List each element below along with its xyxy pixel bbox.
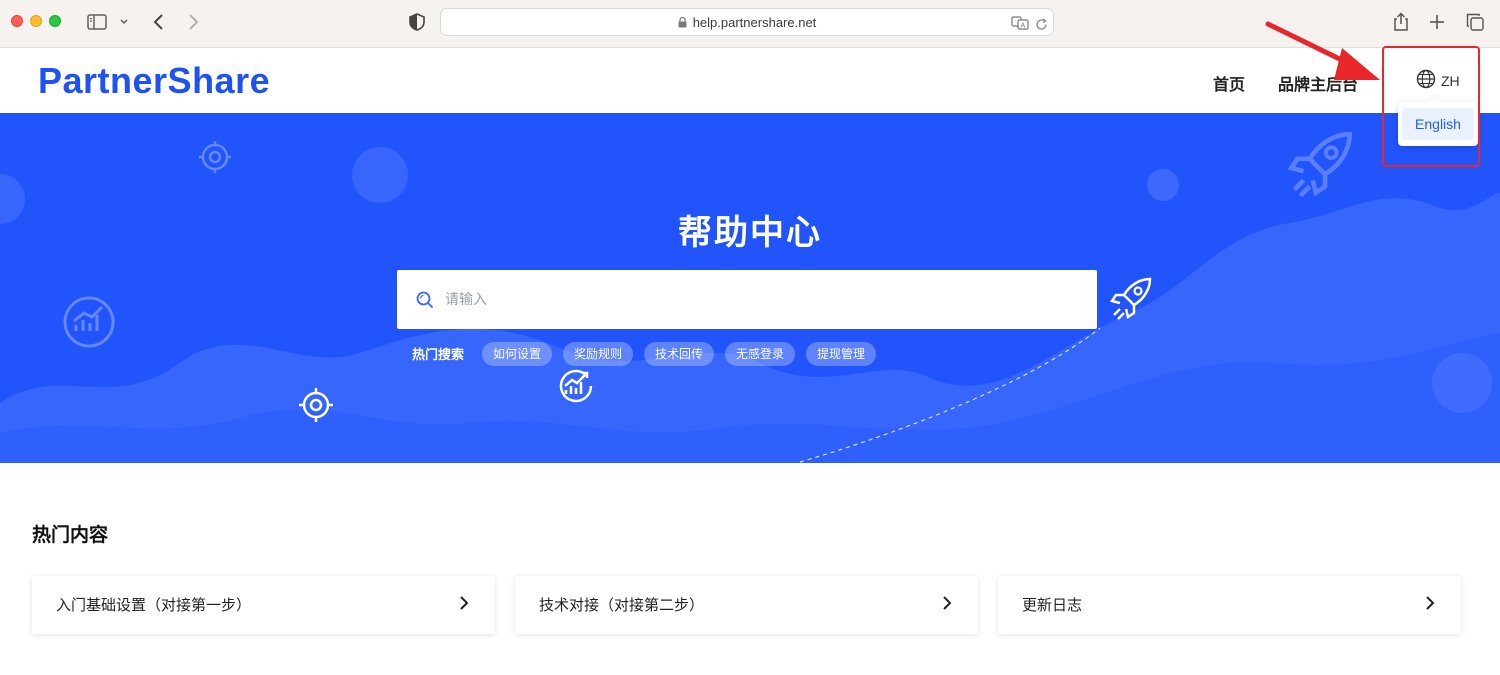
- content-card[interactable]: 更新日志: [998, 576, 1461, 634]
- content-card[interactable]: 入门基础设置（对接第一步）: [32, 576, 495, 634]
- target-icon: [298, 387, 334, 427]
- growth-chart-icon: [62, 295, 116, 353]
- minimize-window-button[interactable]: [30, 15, 42, 27]
- tabs-icon[interactable]: [1465, 11, 1485, 33]
- card-label: 技术对接（对接第二步）: [539, 596, 705, 614]
- annotation-arrow: [1265, 21, 1380, 80]
- translate-icon[interactable]: A: [1011, 15, 1029, 34]
- hot-tag[interactable]: 提现管理: [806, 342, 877, 366]
- hot-tag[interactable]: 无感登录: [725, 342, 796, 366]
- lock-icon: [678, 16, 687, 31]
- zoom-window-button[interactable]: [49, 15, 61, 27]
- plus-icon[interactable]: [1428, 11, 1446, 33]
- back-icon[interactable]: [150, 11, 166, 33]
- shield-icon[interactable]: [408, 11, 426, 33]
- growth-chart-icon: [555, 365, 597, 411]
- sidebar-icon[interactable]: [86, 11, 108, 33]
- page-title: 帮助中心: [678, 213, 822, 253]
- address-text[interactable]: help.partnershare.net: [441, 15, 1053, 31]
- nav-home[interactable]: 首页: [1213, 71, 1245, 95]
- hero-banner: 帮助中心 热门搜索 如何设置 奖励规则 技术回传 无感登录 提现管理: [0, 113, 1500, 463]
- annotation-highlight-box: [1382, 46, 1480, 167]
- section-title: 热门内容: [32, 524, 109, 546]
- chevron-right-icon: [459, 595, 469, 615]
- reload-icon[interactable]: [1035, 16, 1048, 35]
- search-input[interactable]: [445, 270, 1075, 329]
- card-label: 入门基础设置（对接第一步）: [56, 596, 252, 614]
- search-box[interactable]: [397, 270, 1097, 329]
- svg-text:A: A: [1021, 23, 1026, 30]
- rocket-icon: [1106, 273, 1158, 329]
- chevron-down-icon[interactable]: [118, 11, 130, 33]
- url-text: help.partnershare.net: [692, 15, 817, 30]
- forward-icon[interactable]: [186, 11, 202, 33]
- hot-tag[interactable]: 奖励规则: [563, 342, 634, 366]
- target-icon: [198, 140, 232, 178]
- logo[interactable]: PartnerShare: [38, 60, 270, 102]
- chevron-right-icon: [1425, 595, 1435, 615]
- close-window-button[interactable]: [11, 15, 23, 27]
- hot-search-label: 热门搜索: [412, 348, 465, 363]
- hot-tag[interactable]: 技术回传: [644, 342, 715, 366]
- content-card[interactable]: 技术对接（对接第二步）: [515, 576, 978, 634]
- share-icon[interactable]: [1392, 11, 1410, 33]
- rocket-icon: [1282, 125, 1362, 209]
- hot-tag[interactable]: 如何设置: [482, 342, 553, 366]
- card-label: 更新日志: [1022, 596, 1083, 614]
- address-bar[interactable]: help.partnershare.net A: [440, 8, 1054, 36]
- chevron-right-icon: [942, 595, 952, 615]
- search-icon[interactable]: [416, 291, 434, 313]
